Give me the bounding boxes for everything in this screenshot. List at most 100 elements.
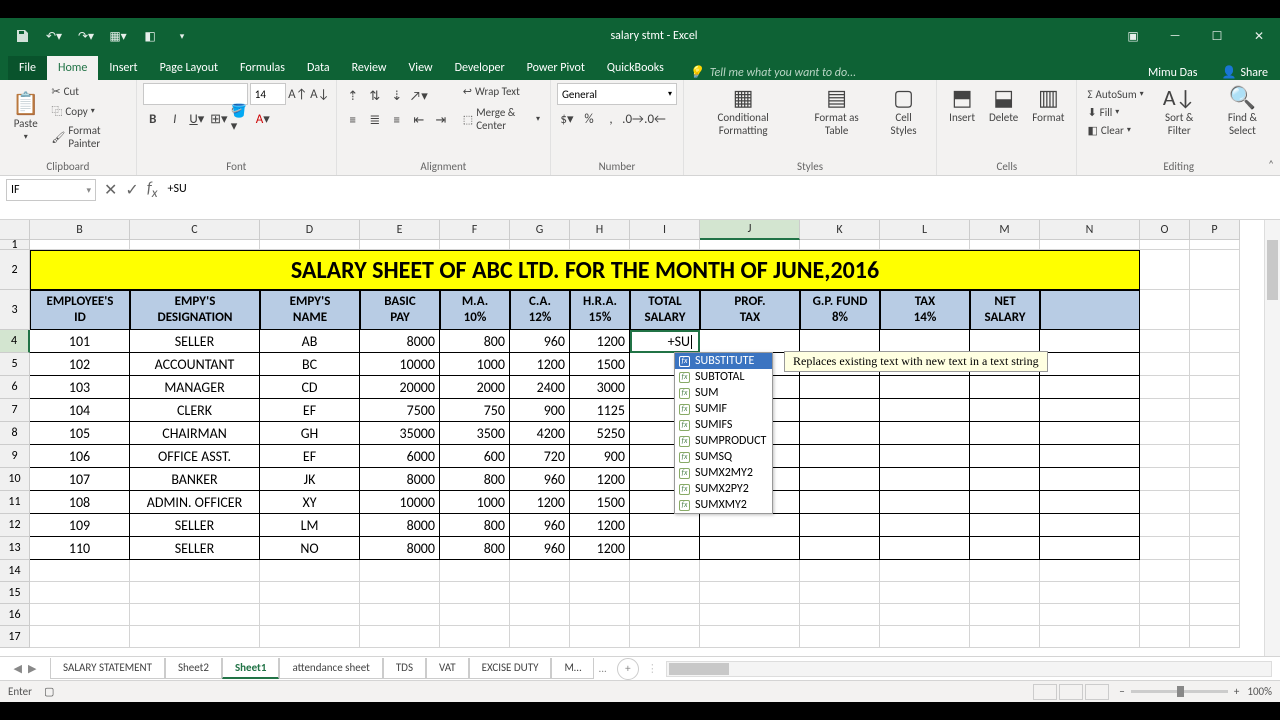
cell[interactable]	[260, 240, 360, 250]
cell[interactable]: 101	[30, 330, 130, 353]
number-format-combo[interactable]: General▾	[557, 83, 677, 105]
cell[interactable]	[30, 560, 130, 582]
sheet-nav-next-icon[interactable]: ▶	[28, 662, 36, 675]
row-header[interactable]: 13	[0, 537, 30, 560]
cell[interactable]: 3000	[570, 376, 630, 399]
sheet-title[interactable]: SALARY SHEET OF ABC LTD. FOR THE MONTH O…	[30, 250, 1140, 290]
align-middle-icon[interactable]: ⇅	[365, 87, 385, 107]
column-title[interactable]: BASICPAY	[360, 290, 440, 330]
cell[interactable]	[970, 626, 1040, 648]
page-break-view-icon[interactable]	[1085, 684, 1109, 700]
cell[interactable]: 960	[510, 468, 570, 491]
share-button[interactable]: 👤Share	[1209, 65, 1280, 80]
cell[interactable]	[700, 240, 800, 250]
sheet-tab[interactable]: VAT	[426, 658, 469, 679]
cell[interactable]: EF	[260, 399, 360, 422]
macro-record-icon[interactable]: ▢	[44, 685, 54, 698]
cell[interactable]: 10000	[360, 491, 440, 514]
cell[interactable]	[1140, 537, 1190, 560]
cell[interactable]	[1040, 537, 1140, 560]
cell[interactable]: 6000	[360, 445, 440, 468]
cell[interactable]	[630, 626, 700, 648]
cell[interactable]: BC	[260, 353, 360, 376]
cell[interactable]: 110	[30, 537, 130, 560]
cell[interactable]	[880, 468, 970, 491]
cell[interactable]	[1190, 376, 1240, 399]
undo-icon[interactable]: ↶▾	[40, 22, 68, 50]
cell[interactable]	[260, 626, 360, 648]
ribbon-tab-power-pivot[interactable]: Power Pivot	[516, 56, 596, 80]
cell[interactable]: 7500	[360, 399, 440, 422]
cell[interactable]	[700, 514, 800, 537]
delete-button[interactable]: ⬓Delete	[983, 83, 1024, 128]
cell[interactable]	[30, 626, 130, 648]
cell[interactable]: BANKER	[130, 468, 260, 491]
column-header[interactable]: M	[970, 220, 1040, 240]
align-center-icon[interactable]: ≣	[365, 111, 385, 131]
column-header[interactable]: K	[800, 220, 880, 240]
file-tab[interactable]: File	[8, 56, 47, 80]
cell[interactable]: SELLER	[130, 514, 260, 537]
cell[interactable]	[260, 604, 360, 626]
percent-icon[interactable]: %	[579, 109, 599, 129]
cell[interactable]: 800	[440, 514, 510, 537]
cell[interactable]: 1200	[510, 491, 570, 514]
cell[interactable]: 3500	[440, 422, 510, 445]
cell[interactable]	[970, 330, 1040, 353]
cell[interactable]	[130, 582, 260, 604]
cell[interactable]	[1190, 560, 1240, 582]
fill-color-button[interactable]: 🪣▾	[231, 109, 251, 129]
new-sheet-button[interactable]: +	[617, 658, 639, 680]
cell[interactable]	[1140, 399, 1190, 422]
cell[interactable]	[1140, 422, 1190, 445]
cell[interactable]	[880, 537, 970, 560]
autocomplete-item[interactable]: fxSUBTOTAL	[675, 369, 772, 385]
column-header[interactable]: H	[570, 220, 630, 240]
fill-button[interactable]: ⬇Fill▾	[1083, 104, 1147, 121]
cell[interactable]	[260, 582, 360, 604]
page-layout-view-icon[interactable]	[1059, 684, 1083, 700]
column-title[interactable]: EMPY'SNAME	[260, 290, 360, 330]
cell[interactable]	[1190, 445, 1240, 468]
spreadsheet-grid[interactable]: BCDEFGHIJKLMNOP 123456789101112131415161…	[0, 220, 1280, 656]
row-header[interactable]: 4	[0, 330, 30, 353]
cell[interactable]	[1190, 582, 1240, 604]
cell[interactable]	[570, 560, 630, 582]
cell[interactable]	[1190, 250, 1240, 290]
autocomplete-item[interactable]: fxSUMX2PY2	[675, 481, 772, 497]
qat-icon2[interactable]: ◧	[136, 22, 164, 50]
cell[interactable]: CD	[260, 376, 360, 399]
cell[interactable]	[800, 399, 880, 422]
user-name[interactable]: Mimu Das	[1136, 66, 1209, 80]
sheet-tab[interactable]: Sheet2	[165, 658, 222, 679]
insert-button[interactable]: ⬒Insert	[943, 83, 981, 128]
cell[interactable]: 1125	[570, 399, 630, 422]
cell[interactable]	[880, 445, 970, 468]
cell[interactable]	[800, 422, 880, 445]
column-header[interactable]: F	[440, 220, 510, 240]
cancel-formula-icon[interactable]: ✕	[104, 180, 117, 200]
column-title[interactable]: EMPLOYEE'SID	[30, 290, 130, 330]
cell[interactable]	[30, 604, 130, 626]
cell[interactable]	[260, 560, 360, 582]
bold-button[interactable]: B	[143, 109, 163, 129]
cell[interactable]	[440, 560, 510, 582]
merge-center-button[interactable]: ⬚Merge & Center▾	[459, 104, 544, 134]
row-header[interactable]: 15	[0, 582, 30, 604]
row-header[interactable]: 6	[0, 376, 30, 399]
cell[interactable]	[880, 376, 970, 399]
increase-decimal-icon[interactable]: .0→	[623, 109, 643, 129]
row-header[interactable]: 16	[0, 604, 30, 626]
cell[interactable]: +SU	[630, 330, 700, 353]
cell[interactable]: 8000	[360, 537, 440, 560]
cell[interactable]	[800, 626, 880, 648]
autocomplete-item[interactable]: fxSUMX2MY2	[675, 465, 772, 481]
column-header[interactable]: D	[260, 220, 360, 240]
cell[interactable]	[970, 468, 1040, 491]
orientation-icon[interactable]: ↗▾	[409, 87, 429, 107]
cell[interactable]: 1200	[570, 537, 630, 560]
minimize-icon[interactable]: —	[1154, 22, 1196, 50]
cell[interactable]	[700, 604, 800, 626]
cell[interactable]	[800, 582, 880, 604]
autocomplete-item[interactable]: fxSUMXMY2	[675, 497, 772, 513]
